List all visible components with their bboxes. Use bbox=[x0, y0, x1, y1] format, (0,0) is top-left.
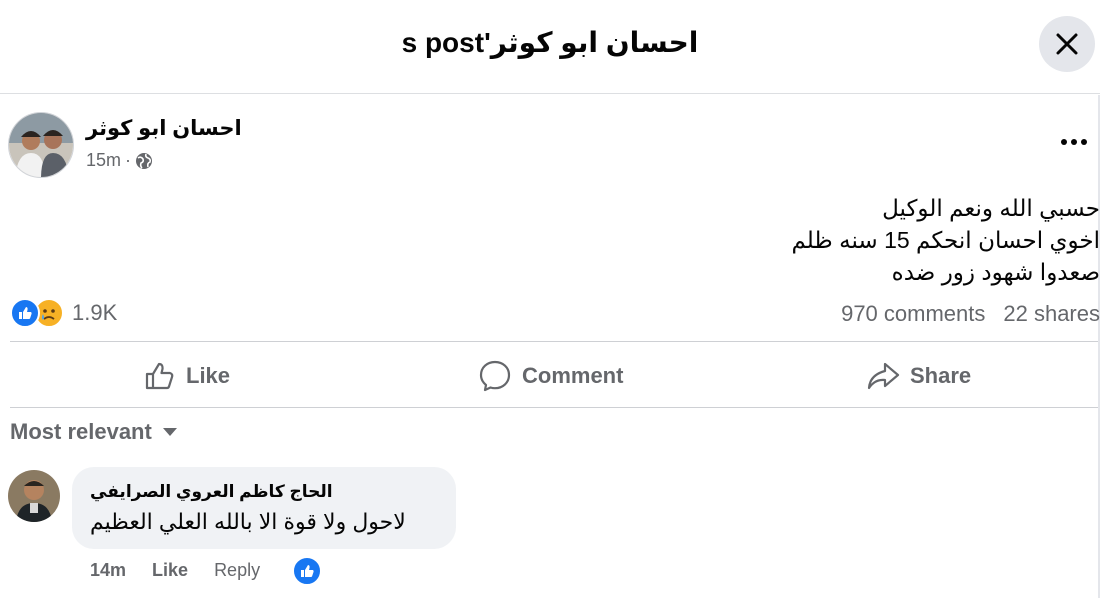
post-meta: 15m · bbox=[86, 150, 153, 171]
meta-separator: · bbox=[125, 150, 132, 170]
comment-bubble bbox=[72, 467, 456, 549]
post-author-name[interactable]: احسان ابو كوثر bbox=[86, 116, 242, 141]
comment-like-button[interactable]: Like bbox=[152, 560, 188, 581]
sort-label: Most relevant bbox=[10, 419, 152, 444]
comment-text: لاحول ولا قوة الا بالله العلي العظيم bbox=[90, 509, 406, 534]
caret-down-icon bbox=[162, 428, 177, 436]
divider bbox=[10, 341, 1098, 342]
page-title: احسان ابو كوثر's post bbox=[401, 27, 699, 58]
like-reaction-icon bbox=[10, 298, 40, 328]
post-line: صعدوا شهود زور ضده bbox=[891, 259, 1100, 285]
like-button[interactable]: Like bbox=[144, 350, 230, 402]
share-button[interactable]: Share bbox=[866, 350, 971, 402]
dialog-header: احسان ابو كوثر's post bbox=[0, 0, 1100, 94]
post-text: حسبي الله ونعم الوكيل اخوي احسان انحكم 1… bbox=[500, 192, 1100, 288]
more-icon bbox=[1061, 139, 1087, 145]
share-label: Share bbox=[910, 363, 972, 388]
close-button[interactable] bbox=[1039, 16, 1095, 72]
comment-button[interactable]: Comment bbox=[478, 350, 623, 402]
comment-sort-dropdown[interactable]: Most relevant bbox=[10, 419, 178, 445]
author-avatar[interactable] bbox=[8, 112, 74, 178]
reaction-summary[interactable]: 1.9K bbox=[10, 298, 117, 328]
post-time[interactable]: 15m bbox=[86, 150, 121, 171]
thumbs-up-icon bbox=[145, 362, 174, 390]
shares-count-link[interactable]: 22 shares bbox=[1003, 301, 1100, 326]
commenter-name[interactable]: الحاج كاظم العروي الصرايفي bbox=[90, 482, 333, 502]
reaction-count: 1.9K bbox=[72, 300, 118, 325]
comment-time[interactable]: 14m bbox=[90, 560, 126, 581]
commenter-avatar[interactable] bbox=[8, 470, 60, 522]
comment-actions: 14m Like Reply bbox=[90, 560, 260, 581]
comment-label: Comment bbox=[522, 363, 624, 388]
globe-icon bbox=[136, 152, 153, 169]
post-options-button[interactable] bbox=[1056, 128, 1092, 156]
share-icon bbox=[867, 362, 900, 390]
engagement-counts: 970 comments 22 shares bbox=[823, 301, 1100, 327]
like-label: Like bbox=[186, 363, 231, 388]
avatar-photo bbox=[9, 113, 73, 177]
divider bbox=[10, 407, 1098, 408]
avatar-photo bbox=[8, 470, 60, 522]
comment-like-reaction-icon[interactable] bbox=[292, 556, 322, 586]
close-icon bbox=[1056, 33, 1078, 55]
comment-reply-button[interactable]: Reply bbox=[214, 560, 260, 581]
post-line: اخوي احسان انحكم 15 سنه ظلم bbox=[791, 227, 1100, 253]
post-line: حسبي الله ونعم الوكيل bbox=[882, 195, 1100, 221]
comment-icon bbox=[479, 360, 511, 392]
comments-count-link[interactable]: 970 comments bbox=[841, 301, 985, 326]
